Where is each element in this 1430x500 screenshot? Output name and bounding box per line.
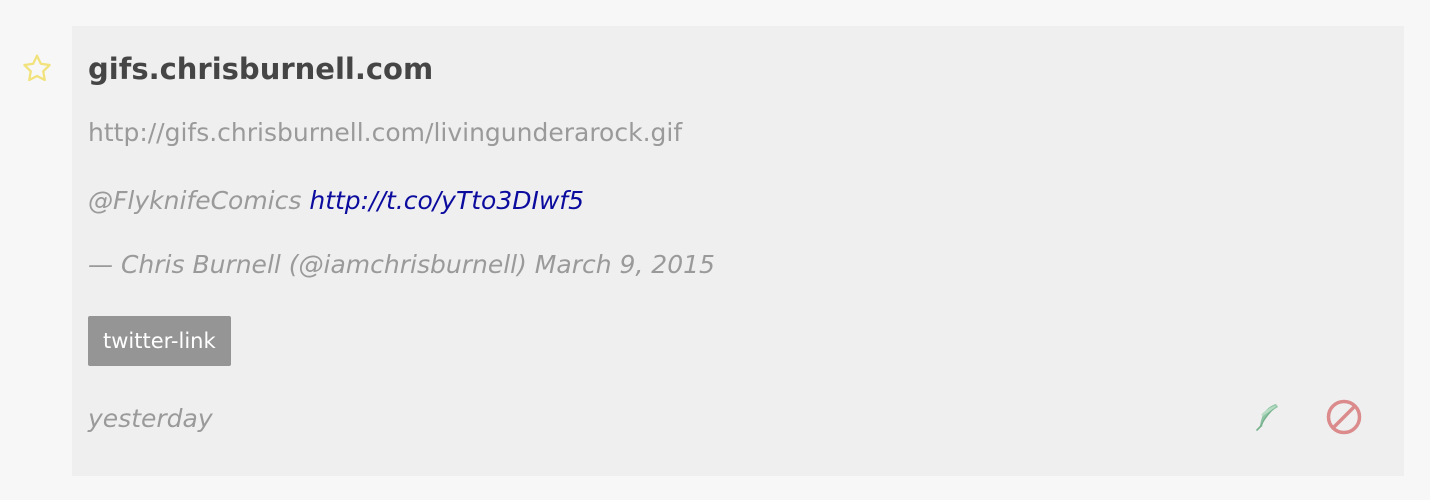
bookmark-timestamp: yesterday	[88, 404, 213, 433]
tweet-quote: @FlyknifeComics http://t.co/yTto3DIwf5	[88, 186, 584, 215]
tweet-link[interactable]: http://t.co/yTto3DIwf5	[309, 186, 584, 215]
tweet-mention: @FlyknifeComics	[88, 186, 302, 215]
favorite-star-icon[interactable]	[20, 52, 54, 86]
bookmark-card: gifs.chrisburnell.com http://gifs.chrisb…	[72, 26, 1404, 476]
tweet-attribution: — Chris Burnell (@iamchrisburnell) March…	[88, 250, 715, 279]
prohibit-icon[interactable]	[1324, 397, 1364, 437]
bookmark-title: gifs.chrisburnell.com	[88, 52, 434, 86]
bookmark-url[interactable]: http://gifs.chrisburnell.com/livingunder…	[88, 118, 682, 147]
tag-twitter-link[interactable]: twitter-link	[88, 316, 231, 366]
bookmark-page: gifs.chrisburnell.com http://gifs.chrisb…	[0, 0, 1430, 500]
feather-icon[interactable]	[1249, 397, 1289, 437]
